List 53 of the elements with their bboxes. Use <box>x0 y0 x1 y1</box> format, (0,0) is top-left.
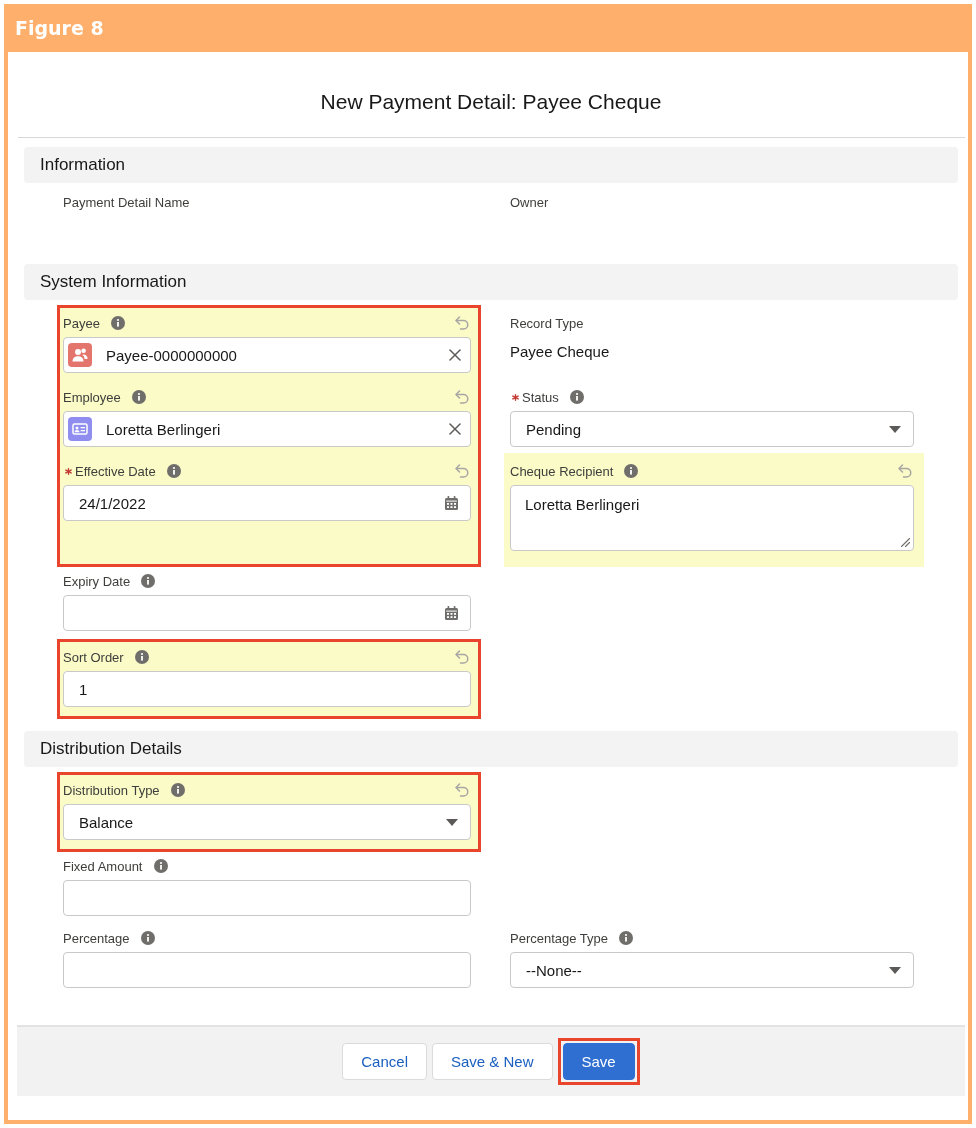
field-label: Status <box>522 389 559 405</box>
field-label: Effective Date <box>75 463 156 479</box>
info-icon[interactable] <box>624 464 639 478</box>
cancel-button[interactable]: Cancel <box>342 1043 427 1080</box>
info-icon[interactable] <box>131 390 146 404</box>
picklist-field[interactable]: Pending <box>510 411 914 447</box>
figure-label: Figure 8 <box>15 17 104 39</box>
section-header: System Information <box>24 264 958 300</box>
resize-handle-icon[interactable] <box>901 538 910 547</box>
field-value: Payee Cheque <box>510 342 610 360</box>
field-label: Sort Order <box>63 649 124 665</box>
info-icon[interactable] <box>153 859 168 873</box>
modal-title: New Payment Detail: Payee Cheque <box>319 89 663 115</box>
calendar-icon[interactable] <box>445 606 458 620</box>
field-label: Record Type <box>510 315 584 331</box>
info-icon[interactable] <box>141 574 156 588</box>
save-button[interactable]: Save <box>562 1043 635 1080</box>
field-label: Fixed Amount <box>63 858 143 874</box>
section-header: Distribution Details <box>24 731 958 767</box>
info-icon[interactable] <box>166 464 181 478</box>
save-and-new-button[interactable]: Save & New <box>431 1043 553 1080</box>
lookup-field[interactable]: Loretta Berlingeri <box>63 411 471 447</box>
close-icon[interactable] <box>449 423 461 435</box>
picklist-field[interactable]: --None-- <box>510 952 914 988</box>
picklist-field[interactable]: Balance <box>63 804 471 840</box>
field-label: Payee <box>63 315 100 331</box>
textarea-field[interactable]: Loretta Berlingeri <box>510 485 914 551</box>
field-label: Employee <box>63 389 121 405</box>
lookup-field[interactable]: Payee-0000000000 <box>63 337 471 373</box>
field-label: Distribution Type <box>63 782 160 798</box>
field-label: Expiry Date <box>63 573 131 589</box>
info-icon[interactable] <box>134 650 149 664</box>
close-icon[interactable] <box>449 349 461 361</box>
info-icon[interactable] <box>619 931 634 945</box>
caret-icon <box>446 818 458 826</box>
date-field[interactable] <box>63 595 471 631</box>
text-field[interactable] <box>63 880 471 916</box>
field-label: Payment Detail Name <box>63 194 190 210</box>
text-field[interactable] <box>63 952 471 988</box>
text-field[interactable]: 1 <box>63 671 471 707</box>
info-icon[interactable] <box>170 783 185 797</box>
field-label: Percentage Type <box>510 930 609 946</box>
field-label: Owner <box>510 194 549 210</box>
info-icon[interactable] <box>110 316 125 330</box>
caret-icon <box>889 966 901 974</box>
info-icon[interactable] <box>140 931 155 945</box>
field-label: Cheque Recipient <box>510 463 614 479</box>
field-label: Percentage <box>63 930 130 946</box>
calendar-icon[interactable] <box>445 496 458 510</box>
date-field[interactable]: 24/1/2022 <box>63 485 471 521</box>
caret-icon <box>889 425 901 433</box>
info-icon[interactable] <box>569 390 584 404</box>
section-header: Information <box>24 147 958 183</box>
